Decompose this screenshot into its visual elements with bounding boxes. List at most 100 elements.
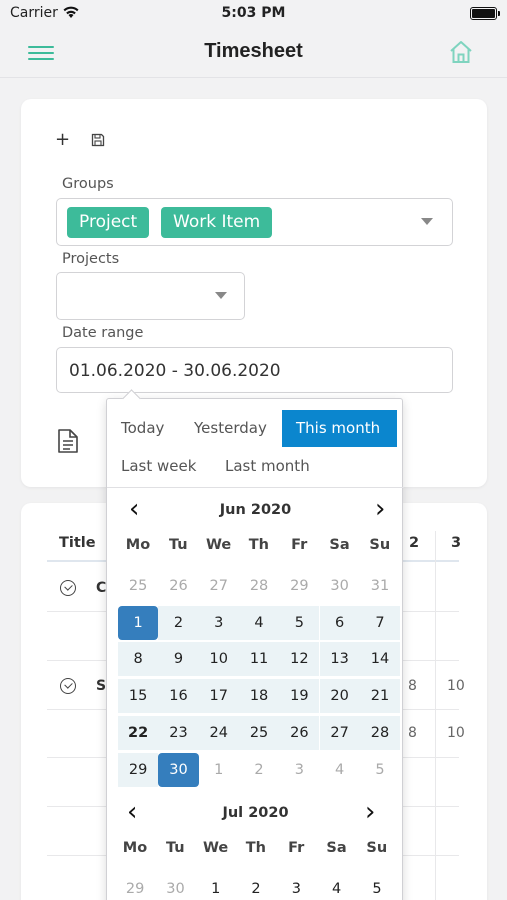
calendar-day[interactable]: 10 xyxy=(198,642,239,677)
projects-select[interactable] xyxy=(56,272,245,320)
calendar-day[interactable]: 11 xyxy=(238,642,280,677)
calendar-day[interactable]: 23 xyxy=(158,715,199,750)
calendar-day[interactable]: 6 xyxy=(319,605,360,640)
calendar-day[interactable]: 2 xyxy=(158,605,199,640)
weekday-label: Mo xyxy=(122,840,148,856)
calendar-day[interactable]: 22 xyxy=(118,715,159,750)
calendar-day[interactable]: 29 xyxy=(115,872,155,900)
calendar-day[interactable]: 14 xyxy=(359,642,401,677)
calendar-day[interactable]: 5 xyxy=(360,753,400,787)
row-title: C xyxy=(96,580,107,596)
calendar-day[interactable]: 17 xyxy=(198,679,239,714)
ranges-divider xyxy=(107,487,404,488)
weekday-label: We xyxy=(202,840,229,856)
calendar-day[interactable]: 1 xyxy=(199,753,239,787)
date-range-picker: Today Yesterday This month Last week Las… xyxy=(106,398,404,900)
column-header-day: 2 xyxy=(409,535,420,551)
calendar-day[interactable]: 4 xyxy=(317,872,357,900)
document-icon[interactable] xyxy=(57,428,79,454)
expand-icon[interactable] xyxy=(60,580,76,596)
home-icon[interactable] xyxy=(447,38,475,66)
add-icon[interactable]: + xyxy=(55,129,70,150)
calendar-day[interactable]: 5 xyxy=(279,605,320,640)
date-range-label: Date range xyxy=(62,325,144,341)
range-yesterday[interactable]: Yesterday xyxy=(184,412,277,444)
table-cell: 8 xyxy=(408,725,417,741)
battery-icon xyxy=(470,7,500,20)
calendar-day[interactable]: 30 xyxy=(320,569,360,603)
weekday-label: Su xyxy=(366,840,388,856)
calendar-day[interactable]: 3 xyxy=(279,753,319,787)
calendar-day[interactable]: 27 xyxy=(199,569,239,603)
calendar-day[interactable]: 1 xyxy=(118,605,159,640)
groups-label: Groups xyxy=(62,176,114,192)
weekday-label: Fr xyxy=(291,537,308,553)
table-cell: 10 xyxy=(447,725,465,741)
calendar-day[interactable]: 9 xyxy=(158,642,199,677)
column-header-title: Title xyxy=(59,535,96,551)
group-chip-project[interactable]: Project xyxy=(67,207,150,238)
weekday-label: Tu xyxy=(165,840,185,856)
weekday-label: Sa xyxy=(329,537,350,553)
weekday-label: Th xyxy=(245,840,266,856)
calendar-day[interactable]: 25 xyxy=(238,715,280,750)
table-cell: 8 xyxy=(408,678,417,694)
status-time: 5:03 PM xyxy=(221,5,286,21)
nav-bar: Timesheet xyxy=(0,28,507,78)
save-icon[interactable] xyxy=(91,133,105,147)
calendar-day[interactable]: 5 xyxy=(357,872,397,900)
calendar-day[interactable]: 4 xyxy=(320,753,360,787)
weekday-label: Su xyxy=(369,537,391,553)
range-last-month[interactable]: Last month xyxy=(215,450,320,482)
calendar-day[interactable]: 28 xyxy=(359,715,401,750)
range-this-month[interactable]: This month xyxy=(282,410,397,447)
calendar-day[interactable]: 21 xyxy=(359,679,401,714)
projects-label: Projects xyxy=(62,251,120,267)
column-divider xyxy=(435,531,436,900)
calendar-month-title: Jul 2020 xyxy=(222,805,289,821)
calendar-day[interactable]: 3 xyxy=(198,605,239,640)
chevron-down-icon[interactable] xyxy=(215,292,227,299)
date-range-value: 01.06.2020 - 30.06.2020 xyxy=(69,361,281,381)
calendar-day[interactable]: 24 xyxy=(198,715,239,750)
calendar-day[interactable]: 2 xyxy=(239,753,279,787)
weekday-label: We xyxy=(205,537,232,553)
calendar-day[interactable]: 4 xyxy=(238,605,280,640)
calendar-day[interactable]: 29 xyxy=(118,752,159,787)
expand-icon[interactable] xyxy=(60,678,76,694)
weekday-label: Th xyxy=(248,537,269,553)
calendar-day[interactable]: 1 xyxy=(196,872,236,900)
calendar-day[interactable]: 26 xyxy=(158,569,198,603)
calendar-day[interactable]: 26 xyxy=(279,715,320,750)
groups-select[interactable]: Project Work Item xyxy=(56,198,453,246)
calendar-day[interactable]: 30 xyxy=(158,752,199,787)
weekday-label: Sa xyxy=(326,840,347,856)
calendar-day[interactable]: 29 xyxy=(279,569,319,603)
calendar-day[interactable]: 30 xyxy=(155,872,195,900)
calendar-day[interactable]: 19 xyxy=(279,679,320,714)
calendar-day[interactable]: 2 xyxy=(236,872,276,900)
calendar-day[interactable]: 25 xyxy=(118,569,158,603)
calendar-day[interactable]: 12 xyxy=(279,642,320,677)
row-title: S xyxy=(96,678,107,694)
calendar-day[interactable]: 16 xyxy=(158,679,199,714)
table-cell: 10 xyxy=(447,678,465,694)
range-today[interactable]: Today xyxy=(111,412,174,444)
chevron-down-icon[interactable] xyxy=(421,218,433,225)
range-last-week[interactable]: Last week xyxy=(111,450,206,482)
calendar-day[interactable]: 27 xyxy=(319,715,360,750)
calendar-day[interactable]: 7 xyxy=(359,605,401,640)
calendar-day[interactable]: 31 xyxy=(360,569,400,603)
calendar-day[interactable]: 8 xyxy=(118,642,159,677)
calendar-day[interactable]: 28 xyxy=(239,569,279,603)
group-chip-work-item[interactable]: Work Item xyxy=(161,207,273,238)
status-bar: Carrier 5:03 PM xyxy=(0,0,507,28)
date-range-input[interactable]: 01.06.2020 - 30.06.2020 xyxy=(56,347,453,393)
calendar-day[interactable]: 18 xyxy=(238,679,280,714)
weekday-label: Tu xyxy=(168,537,188,553)
calendar-day[interactable]: 20 xyxy=(319,679,360,714)
calendar-day[interactable]: 13 xyxy=(319,642,360,677)
calendar-month-title: Jun 2020 xyxy=(219,502,292,518)
calendar-day[interactable]: 3 xyxy=(276,872,316,900)
calendar-day[interactable]: 15 xyxy=(118,679,159,714)
